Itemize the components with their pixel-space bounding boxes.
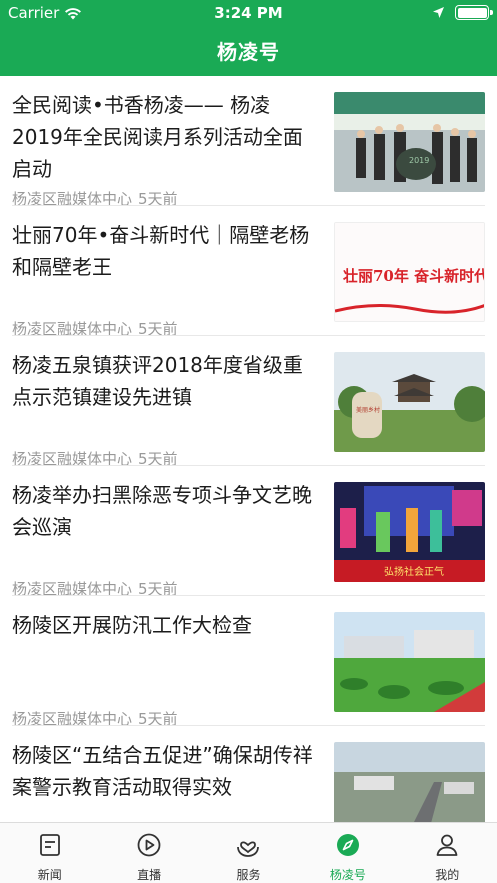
article-thumbnail[interactable]: 2019 [334, 92, 485, 192]
service-icon [237, 841, 260, 857]
article-title[interactable]: 杨陵区“五结合五促进”确保胡传祥案警示教育活动取得实效 [12, 739, 320, 803]
tab-label: 我的 [435, 868, 460, 882]
article-title[interactable]: 杨凌举办扫黑除恶专项斗争文艺晚会巡演 [12, 479, 320, 543]
article-feed[interactable]: 全民阅读•书香杨凌—— 杨凌2019年全民阅读月系列活动全面启动 杨凌区融媒体中… [0, 76, 497, 822]
battery-icon [455, 5, 493, 20]
tab-live[interactable]: 直播 [99, 823, 198, 883]
app-header: Carrier 3:24 PM 杨凌号 [0, 0, 497, 76]
page-title: 杨凌号 [217, 40, 280, 64]
tab-label: 新闻 [37, 868, 62, 882]
user-icon [436, 834, 458, 856]
article-title[interactable]: 壮丽70年•奋斗新时代｜隔壁老杨和隔壁老王 [12, 219, 320, 283]
article-item[interactable]: 杨陵区“五结合五促进”确保胡传祥案警示教育活动取得实效 [0, 726, 497, 822]
news-icon [39, 834, 60, 856]
thumb-caption: 美丽乡村 [356, 406, 380, 414]
article-item[interactable]: 壮丽70年•奋斗新时代｜隔壁老杨和隔壁老王 杨凌区融媒体中心 5天前 壮丽70年 … [0, 206, 497, 338]
status-bar: Carrier 3:24 PM [0, 0, 497, 26]
tab-label: 直播 [137, 868, 162, 882]
tab-news[interactable]: 新闻 [0, 823, 99, 883]
article-thumbnail[interactable]: 弘扬社会正气 [334, 482, 485, 582]
thumb-caption: 2019 [409, 156, 429, 165]
thumb-caption: 弘扬社会正气 [384, 565, 444, 578]
tab-label: 服务 [236, 868, 261, 882]
article-item[interactable]: 全民阅读•书香杨凌—— 杨凌2019年全民阅读月系列活动全面启动 杨凌区融媒体中… [0, 76, 497, 208]
article-item[interactable]: 杨凌举办扫黑除恶专项斗争文艺晚会巡演 杨凌区融媒体中心 5天前 弘扬社会正气 [0, 466, 497, 598]
article-thumbnail[interactable]: 壮丽70年 奋斗新时代 [334, 222, 485, 322]
thumb-caption: 壮丽70年 奋斗新时代 [343, 267, 485, 285]
article-item[interactable]: 杨陵区开展防汛工作大检查 杨凌区融媒体中心 5天前 [0, 596, 497, 728]
article-title[interactable]: 杨陵区开展防汛工作大检查 [12, 609, 320, 641]
location-arrow-icon [433, 7, 444, 18]
bottom-tab-bar: 新闻 直播 服务 杨凌号 我的 [0, 822, 497, 883]
article-thumbnail[interactable] [334, 742, 485, 822]
compass-icon [336, 834, 359, 856]
article-item[interactable]: 杨凌五泉镇获评2018年度省级重点示范镇建设先进镇 杨凌区融媒体中心 5天前 美丽… [0, 336, 497, 468]
play-icon [137, 833, 161, 857]
tab-label: 杨凌号 [329, 868, 366, 882]
status-time: 3:24 PM [214, 4, 283, 22]
article-thumbnail[interactable] [334, 612, 485, 712]
status-right [432, 5, 493, 20]
tab-yangling[interactable]: 杨凌号 [298, 823, 397, 883]
tab-service[interactable]: 服务 [199, 823, 298, 883]
article-title[interactable]: 杨凌五泉镇获评2018年度省级重点示范镇建设先进镇 [12, 349, 320, 413]
article-title[interactable]: 全民阅读•书香杨凌—— 杨凌2019年全民阅读月系列活动全面启动 [12, 89, 320, 185]
tab-me[interactable]: 我的 [398, 823, 497, 883]
article-thumbnail[interactable]: 美丽乡村 [334, 352, 485, 452]
